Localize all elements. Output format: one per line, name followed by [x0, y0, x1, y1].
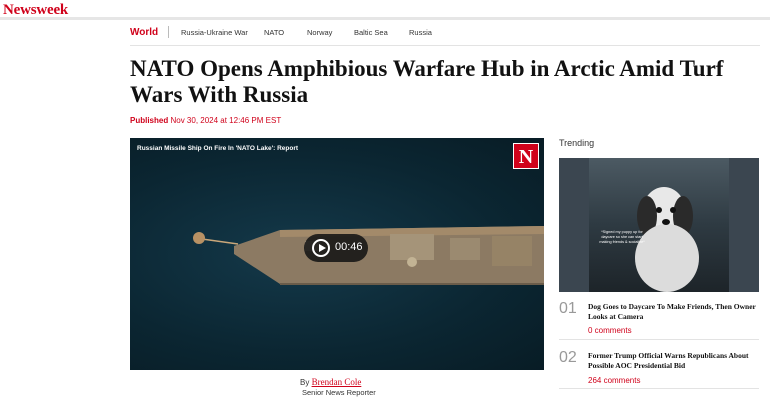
- nav-item-norway[interactable]: Norway: [307, 28, 332, 37]
- byline-prefix: By: [300, 378, 310, 387]
- newsweek-logo[interactable]: Newsweek: [3, 2, 68, 19]
- trending-item-1[interactable]: 01 Dog Goes to Daycare To Make Friends, …: [559, 300, 759, 340]
- section-nav: World Russia-Ukraine War NATO Norway Bal…: [130, 26, 760, 46]
- article-headline: NATO Opens Amphibious Warfare Hub in Arc…: [130, 56, 760, 108]
- trending-number: 02: [559, 349, 577, 366]
- newsweek-n-logo: N: [513, 143, 539, 169]
- trending-item-2[interactable]: 02 Former Trump Official Warns Republica…: [559, 349, 759, 389]
- trending-image[interactable]: *Signed my puppy up for daycare so she c…: [559, 158, 759, 292]
- trending-title[interactable]: Former Trump Official Warns Republicans …: [588, 351, 760, 371]
- trending-comments[interactable]: 264 comments: [588, 376, 640, 385]
- play-circle-icon: [312, 239, 330, 257]
- headline-line-1: NATO Opens Amphibious Warfare Hub in Arc…: [130, 56, 724, 81]
- dog-illustration: [635, 187, 699, 292]
- headline-line-2: Wars With Russia: [130, 82, 309, 107]
- nav-item-russia[interactable]: Russia: [409, 28, 432, 37]
- nav-divider: [168, 26, 169, 38]
- top-bar: Newsweek: [0, 0, 770, 20]
- trending-number: 01: [559, 300, 577, 317]
- image-caption: *Signed my puppy up for daycare so she c…: [599, 230, 645, 244]
- play-button[interactable]: 00:46: [304, 234, 368, 262]
- author-link[interactable]: Brendan Cole: [312, 377, 362, 387]
- trending-comments[interactable]: 0 comments: [588, 326, 632, 335]
- author-role: Senior News Reporter: [302, 388, 376, 397]
- published-label: Published: [130, 116, 169, 125]
- video-player[interactable]: Russian Missile Ship On Fire In 'NATO La…: [130, 138, 544, 370]
- published-timestamp: Nov 30, 2024 at 12:46 PM EST: [170, 116, 282, 125]
- byline: By Brendan Cole: [300, 377, 361, 387]
- video-title: Russian Missile Ship On Fire In 'NATO La…: [137, 145, 299, 152]
- trending-title[interactable]: Dog Goes to Daycare To Make Friends, The…: [588, 302, 760, 322]
- nav-item-russia-ukraine-war[interactable]: Russia-Ukraine War: [181, 28, 248, 37]
- published-date: Published Nov 30, 2024 at 12:46 PM EST: [130, 116, 281, 125]
- trending-heading: Trending: [559, 138, 595, 148]
- nav-item-nato[interactable]: NATO: [264, 28, 284, 37]
- nav-item-baltic-sea[interactable]: Baltic Sea: [354, 28, 388, 37]
- nav-category-world[interactable]: World: [130, 27, 158, 38]
- video-duration: 00:46: [335, 241, 363, 253]
